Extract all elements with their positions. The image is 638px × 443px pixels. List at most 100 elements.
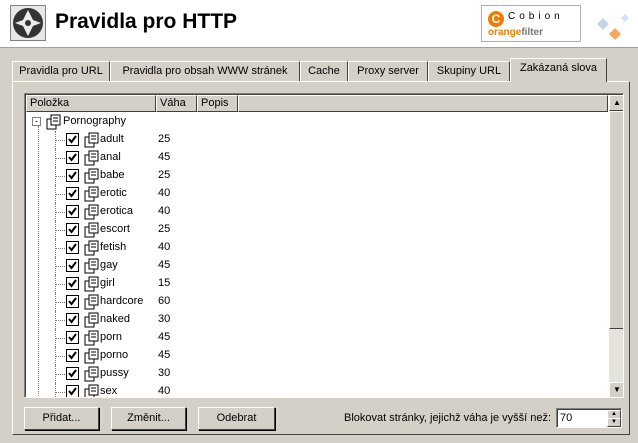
spin-down-button[interactable]: ▼	[607, 418, 621, 427]
item-label: porno	[100, 349, 129, 361]
checkmark-icon	[68, 369, 77, 378]
item-weight: 40	[158, 241, 171, 253]
item-weight: 45	[158, 259, 171, 271]
checkmark-icon	[68, 135, 77, 144]
list-item[interactable]: porn 45	[26, 329, 608, 347]
item-weight: 40	[158, 187, 171, 199]
item-label: erotica	[100, 205, 134, 217]
tab-panel-forbidden-words: Položka Váha Popis - Pornography adult 25…	[12, 81, 630, 435]
item-checkbox[interactable]	[66, 367, 79, 380]
checkmark-icon	[68, 315, 77, 324]
list-item[interactable]: pussy 30	[26, 365, 608, 383]
list-item[interactable]: girl 15	[26, 275, 608, 293]
word-icon	[84, 294, 99, 310]
list-item[interactable]: porno 45	[26, 347, 608, 365]
checkmark-icon	[68, 297, 77, 306]
item-weight: 30	[158, 367, 171, 379]
item-weight: 30	[158, 313, 171, 325]
tab-proxy-server[interactable]: Proxy server	[348, 61, 428, 81]
column-item[interactable]: Položka	[26, 95, 156, 112]
item-label: pussy	[100, 367, 129, 379]
item-label: sex	[100, 385, 118, 397]
checkmark-icon	[68, 171, 77, 180]
word-icon	[84, 132, 99, 148]
vertical-scrollbar[interactable]: ▲ ▼	[609, 95, 623, 397]
tree-root-pornography[interactable]: - Pornography	[26, 113, 608, 131]
list-item[interactable]: erotica 40	[26, 203, 608, 221]
list-item[interactable]: babe 25	[26, 167, 608, 185]
item-checkbox[interactable]	[66, 151, 79, 164]
header: Pravidla pro HTTP C Cobion orangefilter	[0, 0, 638, 48]
item-checkbox[interactable]	[66, 169, 79, 182]
scroll-up-button[interactable]: ▲	[609, 95, 623, 111]
item-label: hardcore	[100, 295, 144, 307]
word-icon	[84, 276, 99, 292]
item-checkbox[interactable]	[66, 133, 79, 146]
list-item[interactable]: anal 45	[26, 149, 608, 167]
item-weight: 15	[158, 277, 171, 289]
checkmark-icon	[68, 261, 77, 270]
item-weight: 25	[158, 223, 171, 235]
column-weight[interactable]: Váha	[156, 95, 197, 112]
item-checkbox[interactable]	[66, 241, 79, 254]
list-item[interactable]: naked 30	[26, 311, 608, 329]
tab-forbidden-words[interactable]: Zakázaná slova	[510, 58, 607, 82]
column-description[interactable]: Popis	[197, 95, 238, 112]
list-item[interactable]: fetish 40	[26, 239, 608, 257]
tree-rows: - Pornography adult 25 anal 45 babe 25 erotic 4…	[26, 113, 608, 397]
tab-url-rules[interactable]: Pravidla pro URL	[12, 61, 110, 81]
scroll-down-button[interactable]: ▼	[609, 382, 623, 397]
remove-button[interactable]: Odebrat	[198, 407, 275, 430]
item-label: erotic	[100, 187, 127, 199]
block-threshold-label: Blokovat stránky, jejichž váha je vyšší …	[344, 412, 552, 424]
add-button[interactable]: Přidat...	[24, 407, 99, 430]
item-weight: 45	[158, 151, 171, 163]
word-icon	[84, 312, 99, 328]
word-icon	[84, 258, 99, 274]
tab-cache[interactable]: Cache	[300, 61, 348, 81]
column-filler	[238, 95, 608, 112]
item-checkbox[interactable]	[66, 223, 79, 236]
item-checkbox[interactable]	[66, 205, 79, 218]
item-label: anal	[100, 151, 121, 163]
scroll-thumb[interactable]	[609, 111, 623, 329]
item-checkbox[interactable]	[66, 187, 79, 200]
word-icon	[84, 186, 99, 202]
logo-cobion-text: Cobion	[508, 11, 564, 22]
item-weight: 40	[158, 205, 171, 217]
tab-url-groups[interactable]: Skupiny URL	[428, 61, 510, 81]
app-icon	[10, 5, 46, 41]
block-threshold-spinner[interactable]: 70 ▲ ▼	[556, 408, 622, 428]
item-label: porn	[100, 331, 123, 343]
item-checkbox[interactable]	[66, 331, 79, 344]
list-item[interactable]: sex 40	[26, 383, 608, 397]
item-weight: 45	[158, 331, 171, 343]
block-threshold-value[interactable]: 70	[560, 412, 572, 424]
checkmark-icon	[68, 387, 77, 396]
item-label: babe	[100, 169, 125, 181]
item-checkbox[interactable]	[66, 295, 79, 308]
forbidden-words-list[interactable]: Položka Váha Popis - Pornography adult 25…	[24, 93, 624, 398]
checkmark-icon	[68, 333, 77, 342]
list-item[interactable]: gay 45	[26, 257, 608, 275]
checkmark-icon	[68, 279, 77, 288]
item-checkbox[interactable]	[66, 349, 79, 362]
item-checkbox[interactable]	[66, 385, 79, 397]
list-item[interactable]: adult 25	[26, 131, 608, 149]
item-weight: 45	[158, 349, 171, 361]
item-weight: 25	[158, 169, 171, 181]
word-icon	[84, 384, 99, 397]
word-icon	[84, 222, 99, 238]
collapse-icon[interactable]: -	[32, 117, 41, 126]
tab-web-content-rules[interactable]: Pravidla pro obsah WWW stránek	[110, 61, 300, 81]
list-item[interactable]: escort 25	[26, 221, 608, 239]
list-item[interactable]: erotic 40	[26, 185, 608, 203]
item-checkbox[interactable]	[66, 259, 79, 272]
list-item[interactable]: hardcore 60	[26, 293, 608, 311]
item-checkbox[interactable]	[66, 277, 79, 290]
page-title: Pravidla pro HTTP	[55, 10, 238, 33]
edit-button[interactable]: Změnit...	[111, 407, 186, 430]
word-icon	[84, 348, 99, 364]
item-checkbox[interactable]	[66, 313, 79, 326]
checkmark-icon	[68, 225, 77, 234]
